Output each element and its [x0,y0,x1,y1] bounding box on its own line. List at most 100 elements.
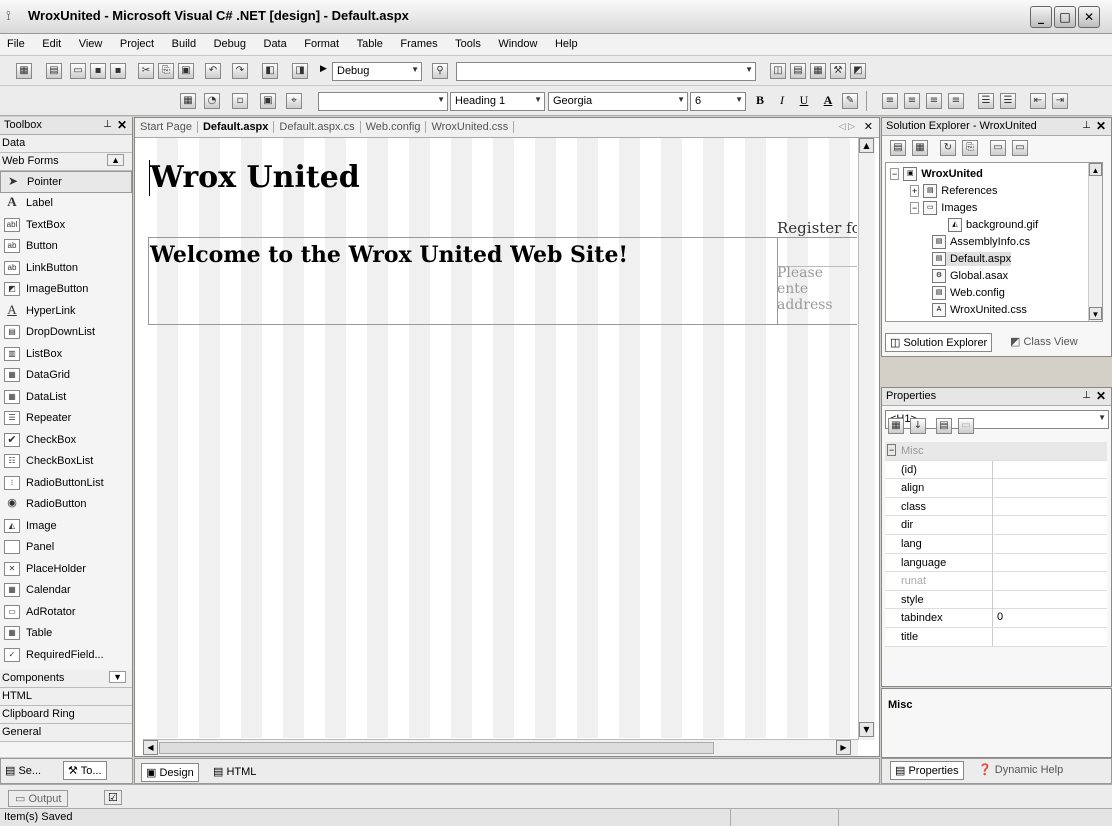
toolbox-item-listbox[interactable]: ▥ ListBox [0,343,132,365]
category-row[interactable]: − Misc [885,442,1107,461]
scroll-up-icon[interactable]: ▲ [859,138,874,153]
font-size-combo[interactable]: 6 ▼ [690,92,746,111]
toolbox-icon[interactable]: ⚒ [830,63,846,79]
tab-scroll-icon[interactable]: ◁ ▷ [839,121,855,132]
scroll-down-icon[interactable]: ▼ [109,670,126,683]
object-browser-icon[interactable]: ▦ [810,63,826,79]
italic-button[interactable]: I [774,93,790,109]
tree-node-global-asax[interactable]: ⚙ Global.asax [932,269,1008,283]
close-icon[interactable]: ✕ [117,118,127,132]
refresh-icon[interactable]: ↻ [940,140,956,156]
tab-web-config[interactable]: Web.config [361,121,427,133]
pin-icon[interactable]: ⊥ [1082,120,1091,131]
collapse-icon[interactable]: − [887,444,897,456]
tree-scrollbar[interactable]: ▲ ▼ [1088,163,1102,321]
copy-icon[interactable]: ⎘ [158,63,174,79]
bulleted-list-icon[interactable]: ☰ [1000,93,1016,109]
properties-window-icon[interactable]: ▤ [790,63,806,79]
toolbox-category-general[interactable]: General [0,723,132,742]
toolbox-item-pointer[interactable]: ➤ Pointer [0,171,132,193]
toolbox-item-table[interactable]: ▦ Table [0,623,132,645]
view-designer-icon[interactable]: ▭ [1012,140,1028,156]
toolbox-item-placeholder[interactable]: ✕ PlaceHolder [0,558,132,580]
menu-frames[interactable]: Frames [393,34,444,54]
menu-format[interactable]: Format [297,34,346,54]
toolbox-item-image[interactable]: ◭ Image [0,515,132,537]
toolbox-category-components[interactable]: Components ▼ [0,669,132,688]
align-center-icon[interactable]: ≡ [904,93,920,109]
navigate-forward-icon[interactable]: ◨ [292,63,308,79]
undo-icon[interactable]: ↶ [205,63,221,79]
categorized-icon[interactable]: ▦ [888,418,904,434]
output-tab[interactable]: ▭ Output [8,790,69,807]
align-left-icon[interactable]: ≡ [882,93,898,109]
navigate-back-icon[interactable]: ◧ [262,63,278,79]
menu-data[interactable]: Data [257,34,294,54]
toolbox-item-imagebutton[interactable]: ◩ ImageButton [0,279,132,301]
scroll-down-icon[interactable]: ▼ [859,722,874,737]
minimize-button[interactable]: _ [1030,6,1052,28]
toolbox-item-button[interactable]: ab Button [0,236,132,258]
toolbox-category-html[interactable]: HTML [0,687,132,706]
toolbox-item-requiredfieldvalidator[interactable]: ✓ RequiredField... [0,644,132,666]
new-project-icon[interactable]: ▦ [16,63,32,79]
menu-file[interactable]: File [0,34,32,54]
property-row[interactable]: (id) [885,460,1107,480]
tree-node-web-config[interactable]: ▤ Web.config [932,286,1005,300]
show-all-files-icon[interactable]: ▦ [912,140,928,156]
pin-icon[interactable]: ⊥ [103,119,112,130]
tab-wroxunited-css[interactable]: WroxUnited.css [426,121,515,133]
tree-node-project[interactable]: − ▣ WroxUnited [890,167,983,181]
justify-icon[interactable]: ≡ [948,93,964,109]
tree-node-background-gif[interactable]: ◭ background.gif [948,218,1038,232]
properties-icon[interactable]: ▤ [936,418,952,434]
absolute-position-icon[interactable]: ⌖ [286,93,302,109]
menu-table[interactable]: Table [350,34,390,54]
borders-icon[interactable]: ▣ [260,93,276,109]
scroll-up-icon[interactable]: ▲ [107,154,124,166]
vertical-scrollbar[interactable]: ▲ ▼ [858,138,875,740]
toolbox-item-adrotator[interactable]: ▭ AdRotator [0,601,132,623]
cut-icon[interactable]: ✂ [138,63,154,79]
toolbox-item-checkbox[interactable]: ✔ CheckBox [0,429,132,451]
toolbox-item-label[interactable]: A Label [0,193,132,215]
tab-default-aspx[interactable]: Default.aspx [198,121,275,133]
menu-tools[interactable]: Tools [448,34,488,54]
find-icon[interactable]: ⚲ [432,63,448,79]
tree-node-default-aspx[interactable]: ▤ Default.aspx [932,252,1012,266]
toolbox-item-checkboxlist[interactable]: ☷ CheckBoxList [0,451,132,473]
toolbox-tab[interactable]: ⚒ To... [63,761,107,780]
toolbox-category-clipboard-ring[interactable]: Clipboard Ring [0,705,132,724]
open-file-icon[interactable]: ▭ [70,63,86,79]
tab-class-view[interactable]: ◩ Class View [1010,335,1078,348]
show-details-icon[interactable]: ◔ [204,93,220,109]
tab-properties[interactable]: ▤ Properties [890,761,964,780]
collapse-icon[interactable]: − [910,202,920,214]
scroll-right-icon[interactable]: ▶ [836,740,851,755]
scroll-thumb[interactable] [159,742,714,754]
solution-config-combo[interactable]: Debug ▼ [332,62,422,81]
toolbox-item-calendar[interactable]: ▦ Calendar [0,580,132,602]
class-view-icon[interactable]: ◩ [850,63,866,79]
find-combo[interactable]: ▼ [456,62,756,81]
copy-project-icon[interactable]: ⎘ [962,140,978,156]
solution-explorer-icon[interactable]: ◫ [770,63,786,79]
property-row[interactable]: align [885,479,1107,498]
pin-icon[interactable]: ⊥ [1082,390,1091,401]
menu-debug[interactable]: Debug [207,34,253,54]
tab-dynamic-help[interactable]: ❓ Dynamic Help [978,763,1063,776]
property-row[interactable]: style [885,590,1107,610]
tree-node-references[interactable]: + ▤ References [910,184,998,198]
register-text[interactable]: Register fo [777,219,857,237]
toolbox-item-textbox[interactable]: abl TextBox [0,214,132,236]
property-row[interactable]: language [885,553,1107,573]
property-row[interactable]: lang [885,534,1107,554]
properties-toolbar-icon[interactable]: ▤ [890,140,906,156]
email-prompt-text[interactable]: Please ente address [777,265,857,313]
toolbox-item-datalist[interactable]: ▦ DataList [0,386,132,408]
indent-icon[interactable]: ⇥ [1052,93,1068,109]
toolbox-category-web-forms[interactable]: Web Forms ▲ [0,153,132,171]
toolbox-item-datagrid[interactable]: ▦ DataGrid [0,365,132,387]
close-icon[interactable]: ✕ [1096,119,1106,133]
property-row[interactable]: class [885,497,1107,517]
